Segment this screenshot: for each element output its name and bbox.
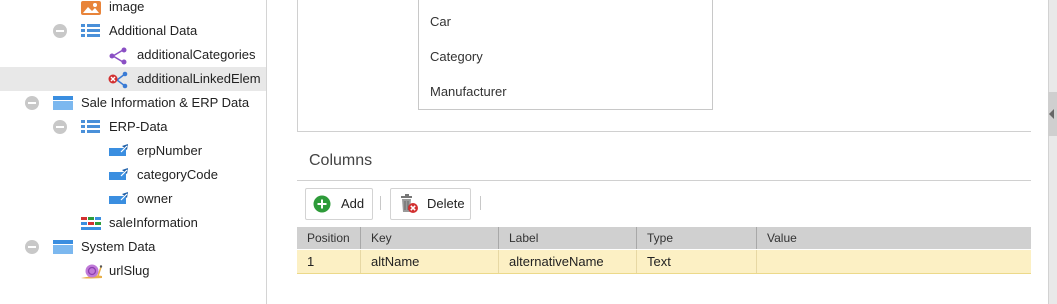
cell-key[interactable]: altName — [361, 250, 499, 273]
tree-item-sale-information-erp-data[interactable]: Sale Information & ERP Data — [0, 91, 266, 115]
allowed-classes-listbox[interactable]: Car Category Manufacturer — [418, 0, 713, 110]
delete-column-button[interactable]: Delete — [390, 188, 471, 220]
tree-item-label: Additional Data — [109, 23, 198, 38]
tree-item-label: categoryCode — [137, 167, 218, 182]
tree-item-label: additionalCategories — [137, 47, 256, 62]
cell-value[interactable] — [757, 250, 1031, 273]
collapse-icon[interactable] — [25, 96, 39, 110]
collapse-panel-tab[interactable] — [1048, 92, 1057, 136]
tree-item-label: additionalLinkedElem — [137, 71, 261, 86]
tree-item-owner[interactable]: owner — [0, 187, 266, 211]
side-panel-edge — [1048, 0, 1057, 304]
field-list-icon — [80, 23, 100, 39]
toolbar-separator — [480, 196, 481, 210]
snail-icon — [80, 261, 103, 279]
field-list-icon — [80, 119, 100, 135]
column-header-value[interactable]: Value — [757, 227, 1031, 249]
tree-item-additional-data[interactable]: Additional Data — [0, 19, 266, 43]
table-row[interactable]: 1 altName alternativeName Text — [297, 250, 1031, 274]
tree-item-label: ERP-Data — [109, 119, 168, 134]
column-header-position[interactable]: Position — [297, 227, 361, 249]
relation-error-icon — [108, 71, 128, 89]
tree-item-additional-categories[interactable]: additionalCategories — [0, 43, 266, 67]
structured-table-icon — [80, 215, 101, 231]
cell-type[interactable]: Text — [637, 250, 757, 273]
tree-item-label: urlSlug — [109, 263, 150, 278]
delete-icon — [398, 193, 420, 218]
tree-item-label: saleInformation — [109, 215, 198, 230]
panel-icon — [52, 239, 73, 255]
tree-item-erp-data[interactable]: ERP-Data — [0, 115, 266, 139]
tree-item-label: System Data — [81, 239, 156, 254]
tree-item-image[interactable]: image — [0, 0, 266, 19]
add-icon — [313, 195, 331, 216]
tree-item-label: Sale Information & ERP Data — [81, 95, 250, 110]
divider — [297, 180, 1031, 181]
collapse-icon[interactable] — [25, 240, 39, 254]
tree-item-category-code[interactable]: categoryCode — [0, 163, 266, 187]
class-tree: image Additional Data additionalCategori… — [0, 0, 266, 304]
columns-section-title: Columns — [309, 152, 373, 169]
collapse-icon[interactable] — [53, 24, 67, 38]
panel-icon — [52, 95, 73, 111]
relation-icon — [108, 47, 128, 65]
tree-splitter[interactable] — [266, 0, 267, 304]
toolbar-separator — [380, 196, 381, 210]
collapse-icon[interactable] — [53, 120, 67, 134]
input-field-icon — [108, 143, 128, 159]
input-field-icon — [108, 191, 128, 207]
tree-item-system-data[interactable]: System Data — [0, 235, 266, 259]
add-button-label: Add — [341, 196, 365, 211]
listbox-option[interactable]: Car — [430, 14, 451, 29]
listbox-option[interactable]: Category — [430, 49, 483, 64]
column-header-label[interactable]: Label — [499, 227, 637, 249]
tree-item-label: image — [109, 0, 145, 14]
tree-item-label: owner — [137, 191, 173, 206]
image-icon — [80, 1, 101, 17]
cell-position[interactable]: 1 — [297, 250, 361, 273]
listbox-option[interactable]: Manufacturer — [430, 84, 507, 99]
input-field-icon — [108, 167, 128, 183]
tree-item-label: erpNumber — [137, 143, 203, 158]
columns-grid-header: Position Key Label Type Value — [297, 227, 1031, 249]
tree-item-sale-information[interactable]: saleInformation — [0, 211, 266, 235]
cell-label[interactable]: alternativeName — [499, 250, 637, 273]
column-header-type[interactable]: Type — [637, 227, 757, 249]
tree-item-erp-number[interactable]: erpNumber — [0, 139, 266, 163]
tree-item-url-slug[interactable]: urlSlug — [0, 259, 266, 283]
add-column-button[interactable]: Add — [305, 188, 373, 220]
delete-button-label: Delete — [427, 196, 465, 211]
column-header-key[interactable]: Key — [361, 227, 499, 249]
tree-item-additional-linked-elements[interactable]: additionalLinkedElem — [0, 67, 266, 91]
